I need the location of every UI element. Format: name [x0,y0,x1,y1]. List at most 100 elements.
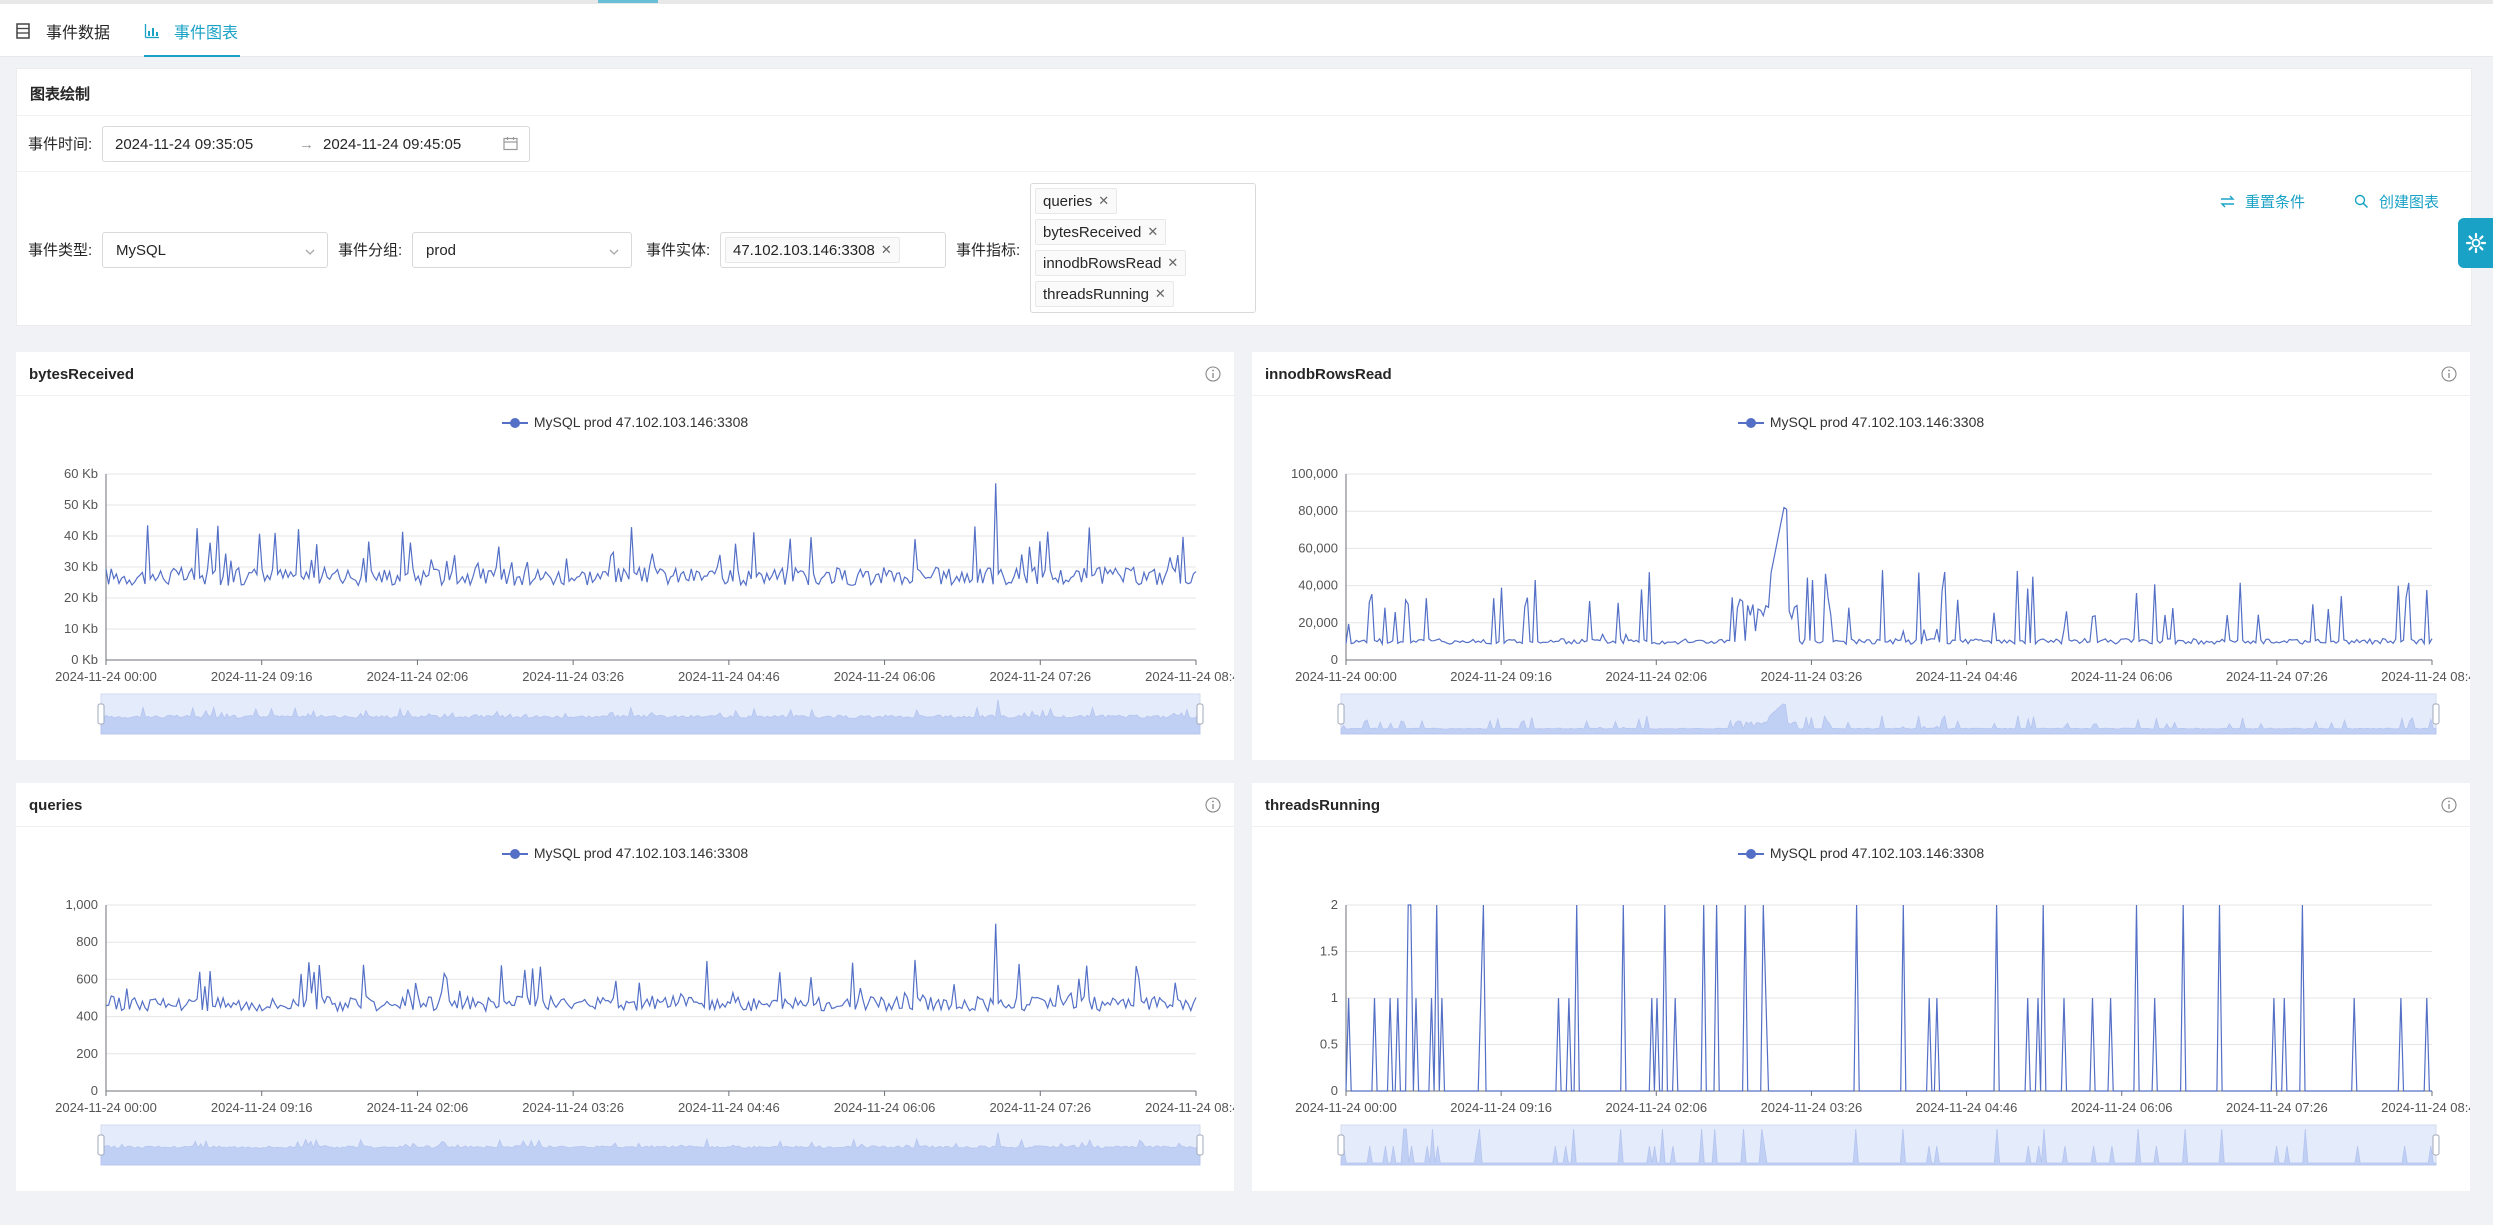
zoom-handle-left [97,703,105,725]
event-group-value: prod [426,242,457,259]
y-tick-label: 0 [1331,652,1338,667]
y-tick-label: 0 Kb [71,652,98,667]
y-tick-label: 0.5 [1320,1037,1338,1052]
date-range-separator: → [299,136,314,153]
event-group-label: 事件分组: [338,242,403,259]
x-tick-label: 2024-11-24 00:00 [1295,669,1397,684]
metric-tag: bytesReceived ✕ [1035,219,1167,245]
x-tick-label: 2024-11-24 07:26 [989,669,1091,684]
create-chart-label: 创建图表 [2379,194,2440,211]
line-chart[interactable]: 0 200 400 600 800 1,000 2024-11-24 00:00 2024-1… [16,783,1234,1191]
zoom-slider-track [1340,1124,2437,1166]
x-tick-label: 2024-11-24 07:26 [2226,669,2328,684]
tab-event-chart[interactable]: 事件图表 [144,4,241,57]
close-icon[interactable]: ✕ [881,242,892,258]
chart-card-innodb-rows-read: innodbRowsRead MySQL prod 47.102.103.146… [1252,352,2470,760]
x-tick-label: 2024-11-24 09:16 [211,669,313,684]
metric-tag: innodbRowsRead ✕ [1035,250,1187,276]
zoom-handle-right [1196,1134,1204,1156]
x-tick-label: 2024-11-24 08:46 [1145,1100,1234,1115]
y-tick-label: 1 [1331,990,1338,1005]
reset-conditions-button[interactable]: 重置条件 [2220,191,2305,212]
event-time-label: 事件时间: [28,136,93,153]
y-tick-label: 20,000 [1298,615,1338,630]
x-tick-label: 2024-11-24 09:16 [1450,1100,1552,1115]
top-strip-accent [598,0,658,3]
y-tick-label: 800 [76,934,98,949]
date-start-input[interactable]: 2024-11-24 09:35:05 [115,136,253,153]
event-metric-select[interactable]: queries ✕ bytesReceived ✕ innodbRowsRead ✕ … [1030,183,1256,313]
series-line [105,483,1197,587]
line-chart[interactable]: 0 Kb 10 Kb 20 Kb 30 Kb 40 Kb 50 Kb 60 Kb 2024-1… [16,352,1234,760]
series-line [1345,506,2433,647]
line-chart[interactable]: 0 20,000 40,000 60,000 80,000 100,000 2024-11-… [1252,352,2470,760]
x-tick-label: 2024-11-24 02:06 [1605,1100,1707,1115]
event-metric-label: 事件指标: [956,242,1021,259]
y-tick-label: 80,000 [1298,503,1338,518]
y-tick-label: 2 [1331,897,1338,912]
tab-event-data[interactable]: 事件数据 [16,4,110,57]
tab-bar: 事件数据 事件图表 [0,4,2493,57]
y-tick-label: 60 Kb [64,466,98,481]
metric-tag-label: queries [1043,192,1093,210]
metric-tag-label: threadsRunning [1043,285,1149,303]
x-tick-label: 2024-11-24 07:26 [989,1100,1091,1115]
y-tick-label: 1.5 [1320,944,1338,959]
x-tick-label: 2024-11-24 08:46 [2381,1100,2470,1115]
x-tick-label: 2024-11-24 00:00 [1295,1100,1397,1115]
x-tick-label: 2024-11-24 02:06 [367,669,469,684]
x-tick-label: 2024-11-24 00:00 [55,1100,157,1115]
close-icon[interactable]: ✕ [1098,193,1109,209]
close-icon[interactable]: ✕ [1167,255,1178,271]
x-tick-label: 2024-11-24 03:26 [522,669,624,684]
event-type-value: MySQL [116,242,167,259]
x-tick-label: 2024-11-24 02:06 [1605,669,1707,684]
x-tick-label: 2024-11-24 04:46 [678,1100,780,1115]
x-tick-label: 2024-11-24 07:26 [2226,1100,2328,1115]
x-tick-label: 2024-11-24 06:06 [834,1100,936,1115]
line-chart[interactable]: 0 0.5 1 1.5 2 2024-11-24 00:00 2024-11-24 09:1… [1252,783,2470,1191]
metric-tag: queries ✕ [1035,188,1118,214]
event-type-select[interactable]: MySQL [102,232,328,268]
search-icon [2354,194,2369,209]
x-tick-label: 2024-11-24 08:46 [2381,669,2470,684]
y-tick-label: 20 Kb [64,590,98,605]
create-chart-button[interactable]: 创建图表 [2354,191,2439,212]
entity-tag-label: 47.102.103.146:3308 [733,241,875,259]
chart-config-panel: 图表绘制 事件时间: 2024-11-24 09:35:05 → 2024-11… [16,68,2472,326]
event-entity-select[interactable]: 47.102.103.146:3308 ✕ [720,232,946,268]
x-tick-label: 2024-11-24 04:46 [1916,1100,2018,1115]
y-tick-label: 0 [1331,1083,1338,1098]
y-tick-label: 40 Kb [64,528,98,543]
y-tick-label: 50 Kb [64,497,98,512]
tab-event-data-label: 事件数据 [46,24,111,42]
calendar-icon[interactable] [503,136,518,155]
x-tick-label: 2024-11-24 09:16 [211,1100,313,1115]
event-group-select[interactable]: prod [412,232,632,268]
x-tick-label: 2024-11-24 03:26 [1761,669,1863,684]
x-tick-label: 2024-11-24 04:46 [678,669,780,684]
y-tick-label: 400 [76,1009,98,1024]
metric-tag-label: innodbRowsRead [1043,254,1162,272]
close-icon[interactable]: ✕ [1147,224,1158,240]
tab-event-chart-label: 事件图表 [174,24,239,42]
close-icon[interactable]: ✕ [1155,286,1166,302]
settings-drawer-button[interactable] [2458,218,2493,268]
y-tick-label: 40,000 [1298,578,1338,593]
y-tick-label: 60,000 [1298,540,1338,555]
event-entity-label: 事件实体: [646,242,711,259]
swap-icon [2220,195,2235,208]
date-end-input[interactable]: 2024-11-24 09:45:05 [323,136,461,153]
zoom-handle-right [2432,1134,2440,1156]
chart-card-queries: queries MySQL prod 47.102.103.146:3308 0… [16,783,1234,1191]
y-tick-label: 1,000 [65,897,98,912]
chevron-down-icon [305,244,315,255]
x-tick-label: 2024-11-24 00:00 [55,669,157,684]
x-tick-label: 2024-11-24 06:06 [2071,669,2173,684]
zoom-handle-left [1337,1134,1345,1156]
y-tick-label: 30 Kb [64,559,98,574]
zoom-handle-right [2432,703,2440,725]
y-tick-label: 200 [76,1046,98,1061]
date-range-picker[interactable]: 2024-11-24 09:35:05 → 2024-11-24 09:45:0… [102,126,530,162]
panel-divider [17,115,2471,116]
